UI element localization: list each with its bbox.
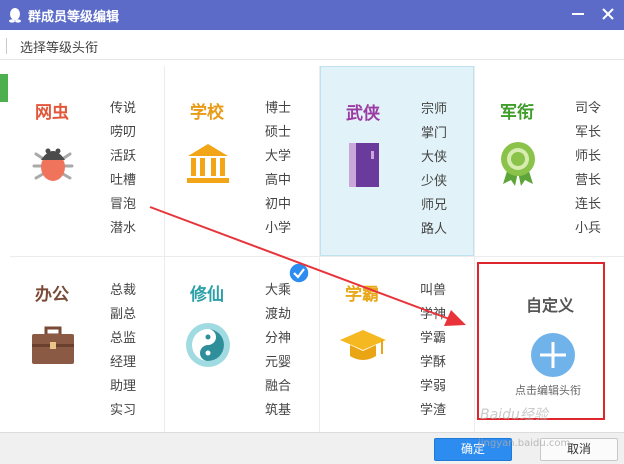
title-list: 叫兽 学神 学霸 学酥 学弱 学渣 [420,282,446,426]
title-item: 融合 [265,379,292,394]
category-name: 网虫 [35,103,69,123]
title-item: 助理 [110,379,137,394]
title-item: 少侠 [421,174,448,189]
minimize-button[interactable] [572,13,584,15]
subheader: 选择等级头衔 [0,30,624,60]
title-item: 大乘 [265,283,292,298]
category-name: 武侠 [346,104,380,124]
graduation-cap-icon [340,330,386,360]
title-list: 大乘 渡劫 分神 元婴 融合 筑基 [265,282,291,426]
title-list: 宗师 掌门 大侠 少侠 师兄 路人 [421,101,447,245]
title-item: 大侠 [421,150,448,165]
title-item: 路人 [421,222,448,237]
close-icon[interactable] [600,6,616,22]
title-item: 掌门 [421,126,448,141]
title-item: 大学 [265,149,292,164]
category-card-netbug[interactable]: 网虫 传说 唠叨 活跃 吐槽 冒泡 潜水 [10,66,164,256]
custom-title-card[interactable]: 自定义 点击编辑头衔 [477,262,605,420]
title-item: 硕士 [265,125,292,140]
title-item: 副总 [110,307,137,322]
title-item: 冒泡 [110,197,137,212]
title-item: 学霸 [420,331,447,346]
title-item: 学弱 [420,379,447,394]
book-icon [349,143,379,187]
title-item: 学渣 [420,403,447,418]
category-card-school[interactable]: 学校 博士 硕士 大学 高中 初中 小学 [165,66,319,256]
title-list: 传说 唠叨 活跃 吐槽 冒泡 潜水 [110,100,136,244]
title-list: 博士 硕士 大学 高中 初中 小学 [265,100,291,244]
category-name: 学霸 [345,285,379,305]
category-card-military[interactable]: 军衔 司令 军长 师长 营长 连长 小兵 [475,66,624,256]
window-titlebar: 群成员等级编辑 [0,0,624,30]
title-item: 渡劫 [265,307,292,322]
title-item: 师兄 [421,198,448,213]
title-item: 营长 [575,173,602,188]
title-item: 小兵 [575,221,602,236]
window-title: 群成员等级编辑 [28,10,120,25]
custom-title: 自定义 [526,296,575,315]
title-item: 连长 [575,197,602,212]
category-name: 学校 [190,103,224,123]
title-item: 学酥 [420,355,447,370]
title-item: 博士 [265,101,292,116]
category-name: 办公 [35,285,69,305]
title-list: 总裁 副总 总监 经理 助理 实习 [110,282,136,426]
title-item: 筑基 [265,403,292,418]
title-item: 师长 [575,149,602,164]
plus-circle-icon[interactable] [530,332,576,378]
background-window-strip [0,74,8,102]
title-item: 活跃 [110,149,137,164]
selected-check-icon [288,262,310,284]
title-item: 唠叨 [110,125,137,140]
title-item: 传说 [110,101,137,116]
title-item: 分神 [265,331,292,346]
watermark-url: jingyan.baidu.com [478,438,571,449]
title-item: 实习 [110,403,137,418]
title-item: 潜水 [110,221,137,236]
category-name: 军衔 [500,103,534,123]
title-item: 初中 [265,197,292,212]
custom-hint: 点击编辑头衔 [515,384,581,397]
title-item: 司令 [575,101,602,116]
category-card-office[interactable]: 办公 总裁 副总 总监 经理 助理 实习 [10,256,164,432]
category-card-topstudent[interactable]: 学霸 叫兽 学神 学霸 学酥 学弱 学渣 [320,256,474,432]
title-item: 学神 [420,307,447,322]
medal-icon [501,142,535,186]
title-item: 总裁 [110,283,137,298]
title-item: 经理 [110,355,137,370]
category-card-wuxia[interactable]: 武侠 宗师 掌门 大侠 少侠 师兄 路人 [320,66,474,256]
title-item: 吐槽 [110,173,137,188]
title-item: 元婴 [265,355,292,370]
title-item: 高中 [265,173,292,188]
watermark: Baidu经验 [480,407,548,423]
title-item: 叫兽 [420,283,447,298]
title-list: 司令 军长 师长 营长 连长 小兵 [575,100,601,244]
title-item: 总监 [110,331,137,346]
subheader-title: 选择等级头衔 [20,41,99,56]
school-building-icon [187,144,229,183]
bug-icon [32,148,74,181]
title-item: 小学 [265,221,292,236]
title-item: 军长 [575,125,602,140]
briefcase-icon [32,326,74,364]
category-name: 修仙 [190,285,224,305]
title-item: 宗师 [421,102,448,117]
subheader-divider [6,38,7,54]
yin-yang-icon [186,323,230,367]
qq-penguin-icon [9,8,21,23]
